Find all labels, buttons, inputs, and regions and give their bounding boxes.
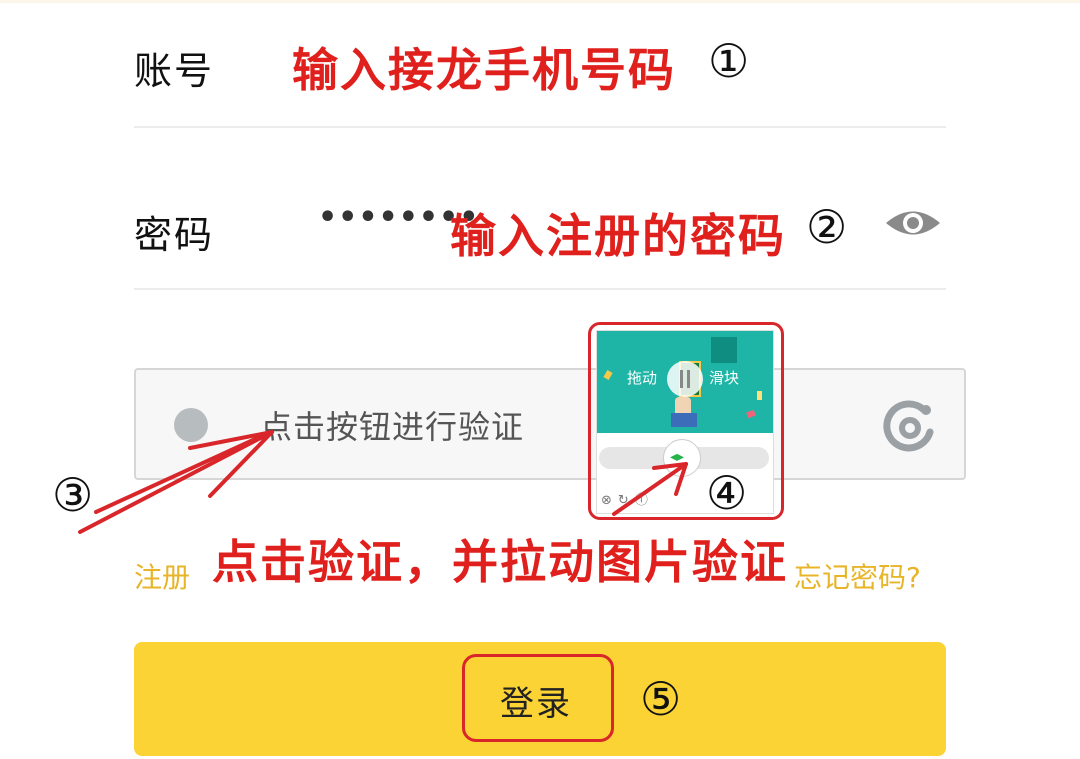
password-divider — [134, 288, 946, 290]
login-highlight-box — [462, 654, 614, 742]
password-annotation: 输入注册的密码 — [450, 209, 786, 263]
captcha-annotation: 点击验证，并拉动图片验证 — [212, 535, 788, 589]
step-3-marker: ③ — [52, 468, 94, 522]
eye-icon[interactable] — [884, 206, 942, 240]
account-divider — [134, 126, 946, 128]
captcha-button[interactable] — [134, 368, 966, 480]
captcha-prompt: 点击按钮进行验证 — [260, 408, 525, 446]
captcha-status-dot — [174, 408, 208, 442]
step-2-marker: ② — [806, 200, 848, 254]
step-5-marker: ⑤ — [640, 672, 682, 726]
popup-highlight-box — [588, 322, 784, 520]
forgot-password-link[interactable]: 忘记密码? — [794, 556, 921, 596]
register-link[interactable]: 注册 — [134, 556, 190, 596]
password-label: 密码 — [134, 213, 215, 257]
step-4-marker: ④ — [706, 466, 748, 520]
account-input[interactable] — [134, 20, 946, 120]
captcha-logo-icon — [883, 400, 934, 452]
top-edge — [0, 0, 1080, 3]
